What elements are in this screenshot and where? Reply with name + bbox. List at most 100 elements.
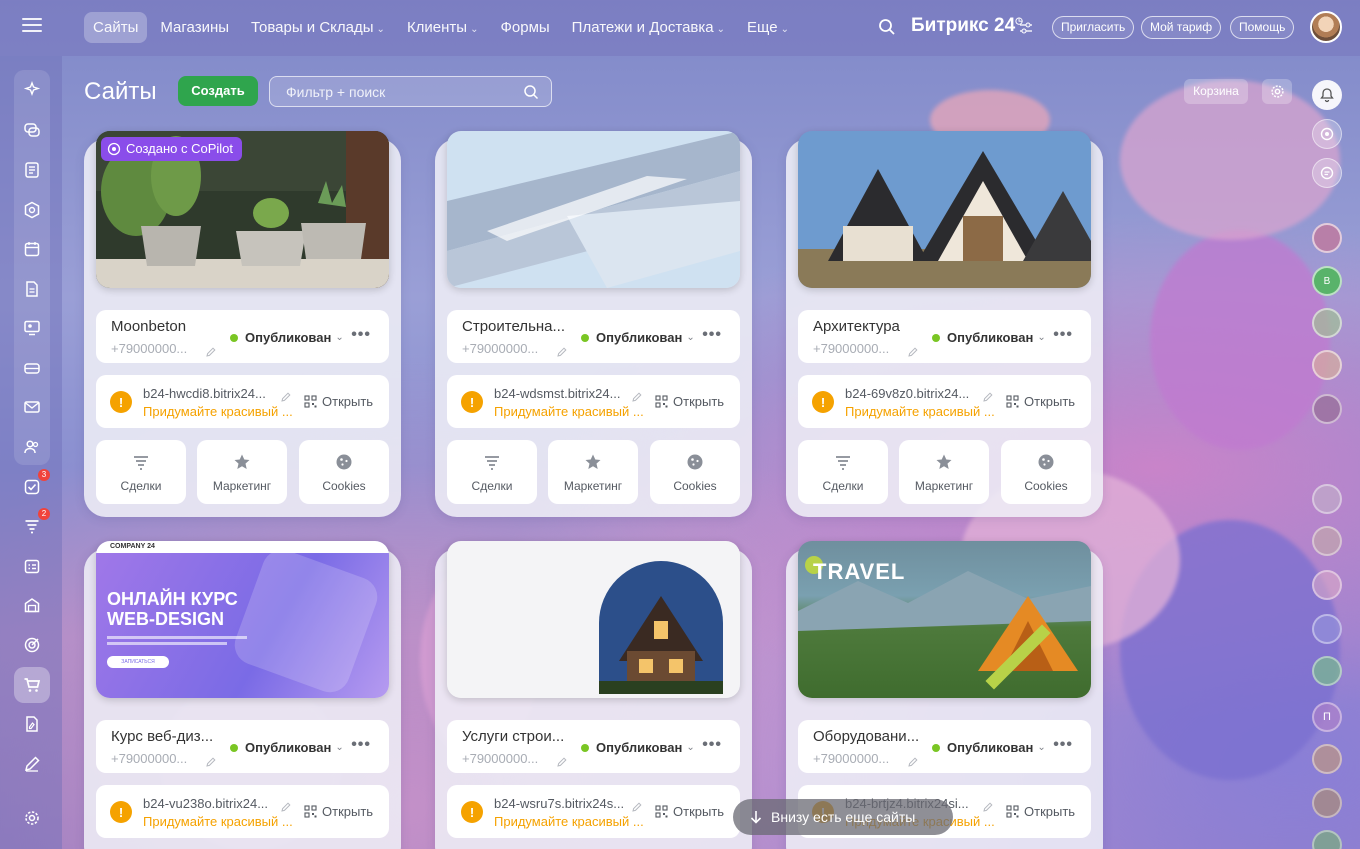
site-preview[interactable] [447,541,740,698]
domain-hint-link[interactable]: Придумайте красивый ... [143,814,293,829]
contact-avatar[interactable] [1312,484,1342,514]
sidebar-item[interactable] [14,271,50,307]
nav-item[interactable]: Платежи и Доставка ⌄ [563,12,734,43]
sidebar-item[interactable] [14,192,50,228]
nav-item[interactable]: Клиенты ⌄ [398,12,488,43]
status-dropdown[interactable]: Опубликован ⌄ [932,740,1046,755]
contact-avatar[interactable] [1312,308,1342,338]
more-icon[interactable]: ••• [351,326,371,344]
edit-icon[interactable] [281,799,291,812]
settings-button[interactable] [14,800,50,836]
marketing-button[interactable]: Маркетинг [197,440,287,504]
deals-button[interactable]: Сделки [96,440,186,504]
more-icon[interactable]: ••• [1053,326,1073,344]
edit-icon[interactable] [557,344,567,357]
cookies-button[interactable]: Cookies [1001,440,1091,504]
edit-icon[interactable] [206,344,216,357]
site-preview[interactable]: TRAVEL [798,541,1091,698]
open-site-button[interactable]: Открыть [655,804,724,819]
domain-hint-link[interactable]: Придумайте красивый ... [494,404,644,419]
sidebar-item[interactable] [14,548,50,584]
status-dropdown[interactable]: Опубликован ⌄ [230,740,344,755]
video-call-icon[interactable] [1312,614,1342,644]
video-call-icon[interactable] [1312,570,1342,600]
site-card[interactable]: Архитектура +79000000... Опубликован ⌄ •••! b… [786,131,1103,517]
site-card[interactable]: COMPANY 24 ОНЛАЙН КУРС WEB-DESIGN ЗАПИСАТЬС… [84,541,401,849]
sidebar-item[interactable] [14,310,50,346]
contact-avatar[interactable]: П [1312,702,1342,732]
site-preview[interactable] [798,131,1091,288]
invite-button[interactable]: Пригласить [1052,16,1135,39]
video-call-icon[interactable] [1312,656,1342,686]
status-dropdown[interactable]: Опубликован ⌄ [581,330,695,345]
sidebar-item[interactable] [14,667,50,703]
site-title[interactable]: Оборудовани... [813,728,919,745]
contact-avatar[interactable]: B [1312,266,1342,296]
contact-avatar[interactable] [1312,350,1342,380]
marketing-button[interactable]: Маркетинг [548,440,638,504]
edit-icon[interactable] [908,754,918,767]
more-icon[interactable]: ••• [702,736,722,754]
more-icon[interactable]: ••• [702,326,722,344]
copilot-icon[interactable] [1312,119,1342,149]
settings-button[interactable] [1262,79,1292,104]
open-site-button[interactable]: Открыть [655,394,724,409]
sidebar-item[interactable]: 3 [14,469,50,505]
sidebar-item[interactable] [14,72,50,108]
sidebar-item[interactable] [14,746,50,782]
site-card[interactable]: Строительна... +79000000... Опубликован ⌄ ••… [435,131,752,517]
sidebar-item[interactable] [14,231,50,267]
more-icon[interactable]: ••• [1053,736,1073,754]
contact-avatar[interactable] [1312,223,1342,253]
domain-link[interactable]: b24-vu238o.bitrix24... [143,796,268,811]
sidebar-item[interactable] [14,112,50,148]
nav-item[interactable]: Сайты [84,12,148,43]
site-title[interactable]: Строительна... [462,318,565,335]
contact-avatar[interactable] [1312,394,1342,424]
chat-bubble-icon[interactable] [1312,158,1342,188]
site-title[interactable]: Курс веб-диз... [111,728,213,745]
domain-hint-link[interactable]: Придумайте красивый ... [845,404,995,419]
domain-link[interactable]: b24-wdsmst.bitrix24... [494,386,620,401]
status-dropdown[interactable]: Опубликован ⌄ [581,740,695,755]
domain-hint-link[interactable]: Придумайте красивый ... [494,814,644,829]
deals-button[interactable]: Сделки [447,440,537,504]
open-site-button[interactable]: Открыть [1006,804,1075,819]
tariff-button[interactable]: Мой тариф [1141,16,1222,39]
edit-icon[interactable] [206,754,216,767]
contact-avatar[interactable] [1312,830,1342,849]
search-input[interactable] [286,83,516,101]
edit-icon[interactable] [983,389,993,402]
cookies-button[interactable]: Cookies [650,440,740,504]
search-icon[interactable] [878,18,896,36]
cookies-button[interactable]: Cookies [299,440,389,504]
sidebar-item[interactable] [14,706,50,742]
more-icon[interactable]: ••• [351,736,371,754]
edit-icon[interactable] [281,389,291,402]
menu-icon[interactable] [22,18,42,34]
domain-link[interactable]: b24-wsru7s.bitrix24s... [494,796,624,811]
domain-link[interactable]: b24-69v8z0.bitrix24... [845,386,969,401]
edit-icon[interactable] [632,389,642,402]
edit-icon[interactable] [557,754,567,767]
site-title[interactable]: Moonbeton [111,318,186,335]
domain-link[interactable]: b24-hwcdi8.bitrix24... [143,386,266,401]
sidebar-item[interactable] [14,587,50,623]
site-card[interactable]: Создано с CoPilot Moonbeton +79000000... Оп… [84,131,401,517]
edit-icon[interactable] [983,799,993,812]
nav-item[interactable]: Магазины [151,12,238,43]
site-preview[interactable]: Создано с CoPilot [96,131,389,288]
brand-logo[interactable]: Битрикс 24◷ [911,15,1023,37]
site-card[interactable]: Услуги строи... +79000000... Опубликован ⌄ •… [435,541,752,849]
sidebar-item[interactable] [14,429,50,465]
site-title[interactable]: Архитектура [813,318,900,335]
open-site-button[interactable]: Открыть [304,804,373,819]
domain-hint-link[interactable]: Придумайте красивый ... [143,404,293,419]
more-sites-toast[interactable]: Внизу есть еще сайты [733,799,953,835]
sidebar-item[interactable]: 2 [14,508,50,544]
search-icon[interactable] [523,84,539,100]
status-dropdown[interactable]: Опубликован ⌄ [932,330,1046,345]
nav-item[interactable]: Товары и Склады ⌄ [242,12,394,43]
sidebar-item[interactable] [14,152,50,188]
search-field[interactable] [269,76,552,107]
